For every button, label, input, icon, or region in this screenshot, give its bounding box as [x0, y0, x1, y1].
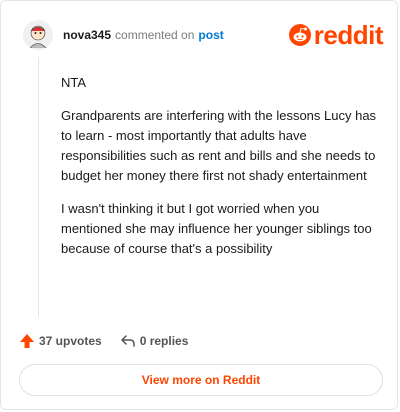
- reddit-snoo-icon: [288, 24, 311, 46]
- comment-paragraph: I wasn't thinking it but I got worried w…: [61, 201, 372, 256]
- comment-paragraph: NTA: [61, 75, 87, 90]
- post-link[interactable]: post: [198, 28, 223, 42]
- view-more-button[interactable]: View more on Reddit: [19, 364, 383, 396]
- avatar[interactable]: [23, 20, 53, 50]
- upvote-count: 37 upvotes: [39, 334, 102, 348]
- thread-line: [38, 57, 39, 317]
- comment-meta: nova345 commented on post: [63, 28, 224, 42]
- reply-button[interactable]: 0 replies: [120, 333, 189, 349]
- reply-count: 0 replies: [139, 334, 189, 348]
- comment-body: NTA Grandparents are interfering with th…: [61, 73, 381, 272]
- reply-icon: [120, 335, 135, 347]
- reddit-wordmark: reddit: [313, 20, 384, 50]
- username[interactable]: nova345: [63, 28, 111, 42]
- comment-header: nova345 commented on post reddit: [23, 17, 384, 53]
- reddit-logo[interactable]: reddit: [288, 20, 384, 50]
- comment-action-text: commented on: [115, 28, 195, 42]
- comment-embed-card: nova345 commented on post reddit NTA Gra…: [0, 0, 398, 410]
- avatar-image: [23, 20, 53, 50]
- upvote-arrow-icon: [20, 334, 34, 348]
- comment-paragraph: Grandparents are interfering with the le…: [61, 108, 377, 183]
- comment-actions: 37 upvotes 0 replies: [19, 331, 188, 351]
- upvote-button[interactable]: 37 upvotes: [19, 333, 102, 349]
